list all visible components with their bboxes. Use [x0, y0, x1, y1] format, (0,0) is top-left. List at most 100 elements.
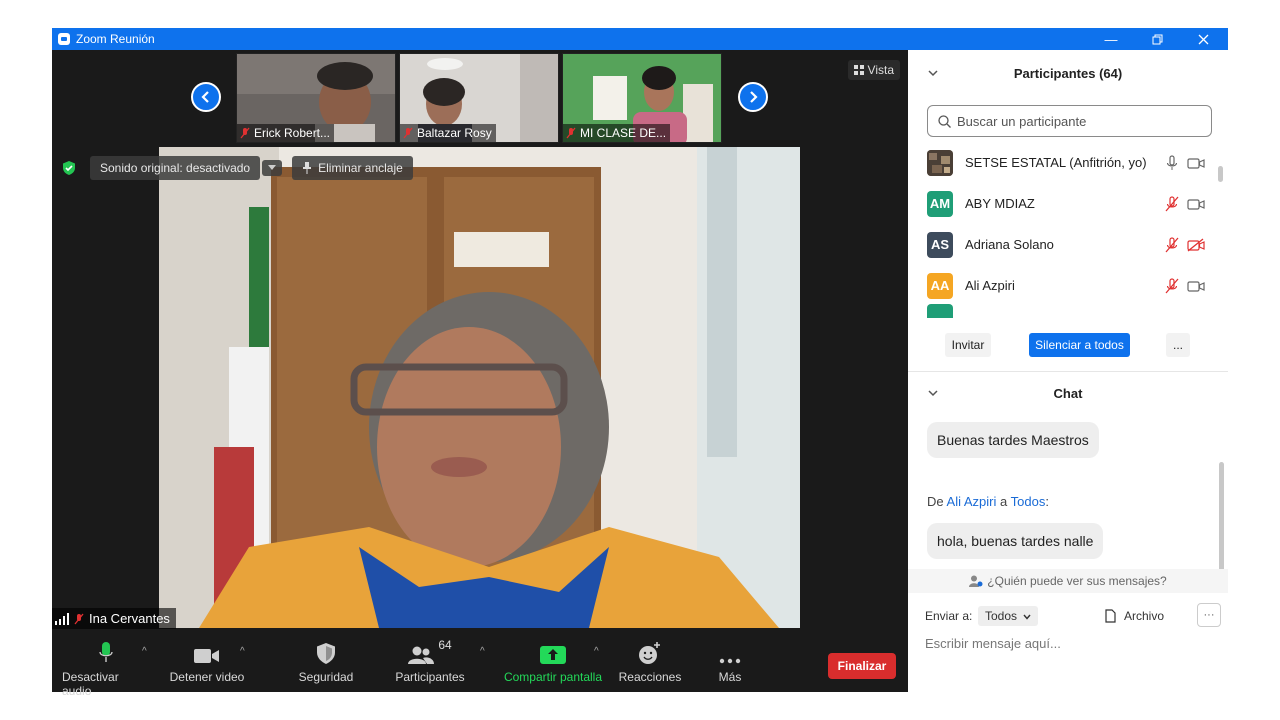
video-camera-icon: [194, 649, 219, 663]
avatar-image: [927, 149, 953, 176]
pin-icon: [303, 162, 312, 174]
participant-thumbnail[interactable]: Baltazar Rosy: [399, 53, 559, 143]
next-page-button[interactable]: [738, 82, 768, 112]
mic-muted-icon[interactable]: [1164, 236, 1180, 253]
share-screen-button[interactable]: Compartir pantalla: [502, 640, 604, 684]
participant-name-label: MI CLASE DE...: [563, 124, 671, 142]
zoom-app-icon: [58, 33, 70, 45]
participant-row[interactable]: AS Adriana Solano: [908, 224, 1218, 265]
mic-muted-icon: [403, 127, 413, 139]
participants-header: Participantes (64): [908, 58, 1228, 88]
microphone-icon: [99, 642, 113, 662]
chat-message: Buenas tardes Maestros: [927, 422, 1099, 458]
video-options-caret[interactable]: ^: [240, 646, 245, 657]
view-button[interactable]: Vista: [847, 60, 900, 80]
title-bar: Zoom Reunión —: [52, 28, 1228, 50]
side-panel: Participantes (64) Buscar un participant…: [908, 50, 1228, 692]
mic-muted-icon: [240, 127, 250, 139]
signal-strength-icon: [55, 612, 69, 625]
mic-muted-icon[interactable]: [1164, 277, 1180, 294]
chat-scrollbar[interactable]: [1219, 462, 1224, 572]
video-area: Erick Robert... Baltazar Rosy MI CLASE D…: [52, 50, 908, 634]
file-icon: [1105, 609, 1116, 623]
send-to-select[interactable]: Todos: [978, 606, 1039, 626]
recipient-link[interactable]: Todos: [1011, 494, 1046, 509]
participants-list: SETSE ESTATAL (Anfitrión, yo) AM ABY MDI…: [908, 142, 1218, 318]
close-icon: [1198, 34, 1208, 44]
window-title: Zoom Reunión: [76, 32, 155, 46]
chat-message: hola, buenas tardes nalle: [927, 523, 1104, 559]
chevron-right-icon: [750, 91, 758, 103]
participant-thumbnail[interactable]: MI CLASE DE...: [562, 53, 722, 143]
mic-muted-icon: [74, 613, 84, 624]
participant-row[interactable]: SETSE ESTATAL (Anfitrión, yo): [908, 142, 1218, 183]
user-eye-icon: [969, 575, 983, 587]
stop-video-button[interactable]: Detener video: [169, 640, 245, 684]
security-button[interactable]: Seguridad: [292, 640, 360, 684]
mic-muted-icon: [566, 127, 576, 139]
avatar: [927, 304, 953, 318]
meeting-toolbar: Desactivar audio ^ Detener video ^ Segur…: [52, 634, 908, 698]
chevron-down-icon[interactable]: [928, 389, 938, 397]
search-icon: [938, 114, 951, 128]
end-meeting-button[interactable]: Finalizar: [828, 653, 896, 679]
participants-button[interactable]: 64 Participantes: [394, 638, 466, 684]
participant-thumbnail[interactable]: Erick Robert...: [236, 53, 396, 143]
video-camera-icon[interactable]: [1187, 197, 1205, 211]
zoom-window: Zoom Reunión — Erick Robert... Baltazar …: [52, 28, 1228, 698]
video-off-icon[interactable]: [1187, 237, 1205, 252]
chat-sender-line: De Ali Azpiri a Todos:: [927, 494, 1049, 509]
section-divider: [908, 371, 1228, 372]
reactions-button[interactable]: Reacciones: [618, 640, 682, 684]
grid-view-icon: [853, 65, 864, 75]
avatar: AM: [927, 190, 953, 217]
chat-message-input[interactable]: Escribir mensaje aquí...: [925, 636, 1061, 651]
mute-all-button[interactable]: Silenciar a todos: [1029, 333, 1130, 357]
participants-more-button[interactable]: ...: [1166, 333, 1190, 357]
video-camera-icon[interactable]: [1187, 279, 1205, 293]
mic-muted-icon[interactable]: [1164, 195, 1180, 212]
chat-header: Chat: [908, 378, 1228, 408]
sender-link[interactable]: Ali Azpiri: [947, 494, 997, 509]
microphone-icon[interactable]: [1164, 154, 1180, 171]
minimize-button[interactable]: —: [1088, 28, 1134, 50]
active-speaker-video: [159, 147, 800, 628]
shield-icon: [317, 643, 335, 664]
chevron-down-icon: [1023, 614, 1031, 620]
unpin-button[interactable]: Eliminar anclaje: [292, 156, 413, 180]
chevron-left-icon: [201, 91, 209, 103]
audio-options-caret[interactable]: ^: [142, 646, 147, 657]
share-screen-icon: [540, 646, 566, 664]
file-button[interactable]: Archivo: [1105, 609, 1164, 623]
original-sound-dropdown[interactable]: [262, 160, 283, 176]
mute-audio-button[interactable]: Desactivar audio: [62, 640, 150, 698]
more-button[interactable]: Más: [710, 640, 750, 684]
participant-search-input[interactable]: Buscar un participante: [927, 105, 1212, 137]
participants-count: 64: [438, 638, 452, 652]
previous-page-button[interactable]: [191, 82, 221, 112]
speaker-video-frame: [159, 147, 800, 628]
chevron-down-icon[interactable]: [928, 69, 938, 77]
send-to-row: Enviar a: Todos Archivo ···: [925, 603, 1225, 628]
speaker-name-label: Ina Cervantes: [52, 608, 176, 629]
restore-icon: [1152, 34, 1162, 44]
participant-name-label: Erick Robert...: [237, 124, 335, 142]
video-camera-icon[interactable]: [1187, 156, 1205, 170]
restore-button[interactable]: [1134, 28, 1180, 50]
chat-more-button[interactable]: ···: [1197, 603, 1221, 627]
participants-options-caret[interactable]: ^: [480, 646, 485, 657]
share-options-caret[interactable]: ^: [594, 646, 599, 657]
original-sound-status[interactable]: Sonido original: desactivado: [90, 156, 261, 180]
participant-row[interactable]: AA Ali Azpiri: [908, 265, 1218, 306]
smiley-add-icon: [639, 642, 660, 664]
invite-button[interactable]: Invitar: [945, 333, 991, 357]
who-can-see-link[interactable]: ¿Quién puede ver sus mensajes?: [908, 569, 1228, 593]
avatar: [927, 149, 953, 176]
shield-check-icon[interactable]: [62, 161, 76, 175]
close-button[interactable]: [1180, 28, 1226, 50]
avatar: AA: [927, 272, 953, 299]
participant-name-label: Baltazar Rosy: [400, 124, 496, 142]
participant-row[interactable]: AM ABY MDIAZ: [908, 183, 1218, 224]
caret-down-icon: [268, 165, 277, 170]
participants-scrollbar[interactable]: [1218, 166, 1223, 182]
